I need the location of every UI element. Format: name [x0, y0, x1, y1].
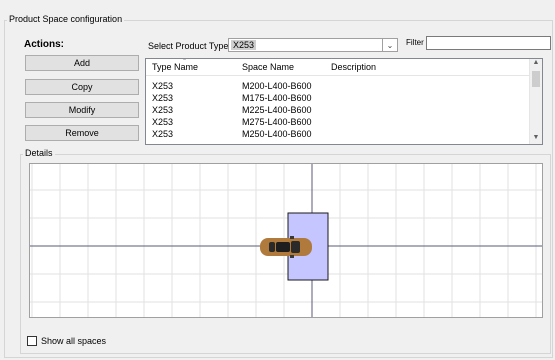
cell-space-name: M225-L400-B600: [242, 105, 312, 115]
cell-type-name: X253: [152, 117, 174, 127]
scroll-down-icon[interactable]: ▼: [530, 134, 542, 144]
scroll-up-icon[interactable]: ▲: [530, 59, 542, 69]
list-scrollbar[interactable]: ▲ ▼: [529, 59, 542, 144]
cell-space-name: M250-L400-B600: [242, 129, 312, 139]
space-preview-canvas[interactable]: [29, 163, 543, 318]
car-roof: [276, 242, 290, 252]
car-mirror: [290, 255, 294, 258]
list-header: Type Name ⌃ Space Name Description: [146, 59, 530, 76]
modify-button[interactable]: Modify: [25, 102, 139, 118]
table-row[interactable]: X253 M250-L400-B600: [146, 129, 530, 139]
column-header-description[interactable]: Description: [331, 62, 376, 72]
group-title: Product Space configuration: [7, 14, 125, 24]
copy-button[interactable]: Copy: [25, 79, 139, 95]
product-type-value: X253: [231, 40, 257, 50]
cell-space-name: M200-L400-B600: [242, 81, 312, 91]
select-product-type-label: Select Product Type: [148, 41, 229, 51]
table-row[interactable]: X253 M275-L400-B600: [146, 117, 530, 127]
cell-type-name: X253: [152, 129, 174, 139]
cell-space-name: M275-L400-B600: [242, 117, 312, 127]
cell-type-name: X253: [152, 105, 174, 115]
car-icon: [260, 236, 312, 258]
car-rear-window: [269, 242, 275, 252]
product-space-list[interactable]: Type Name ⌃ Space Name Description X253 …: [145, 58, 543, 145]
actions-label: Actions:: [24, 39, 64, 50]
space-preview-drawing: [30, 164, 542, 317]
cell-space-name: M175-L400-B600: [242, 93, 312, 103]
column-header-space-name[interactable]: Space Name: [242, 62, 294, 72]
table-row[interactable]: X253 M175-L400-B600: [146, 93, 530, 103]
column-header-type-name[interactable]: Type Name: [152, 62, 198, 72]
cell-type-name: X253: [152, 81, 174, 91]
details-title: Details: [23, 148, 55, 158]
table-row[interactable]: X253 M200-L400-B600: [146, 81, 530, 91]
car-mirror: [290, 236, 294, 239]
scrollbar-thumb[interactable]: [532, 71, 540, 87]
filter-input[interactable]: [426, 36, 551, 50]
cell-type-name: X253: [152, 93, 174, 103]
remove-button[interactable]: Remove: [25, 125, 139, 141]
show-all-spaces-checkbox[interactable]: [27, 336, 37, 346]
product-type-dropdown[interactable]: X253 ⌄: [228, 38, 398, 52]
show-all-spaces-label: Show all spaces: [41, 336, 107, 346]
add-button[interactable]: Add: [25, 55, 139, 71]
table-row[interactable]: X253 M225-L400-B600: [146, 105, 530, 115]
chevron-down-icon[interactable]: ⌄: [382, 39, 397, 51]
sort-arrow-icon: ⌃: [182, 59, 188, 65]
car-windshield: [291, 241, 300, 253]
filter-label: Filter: [406, 38, 424, 47]
